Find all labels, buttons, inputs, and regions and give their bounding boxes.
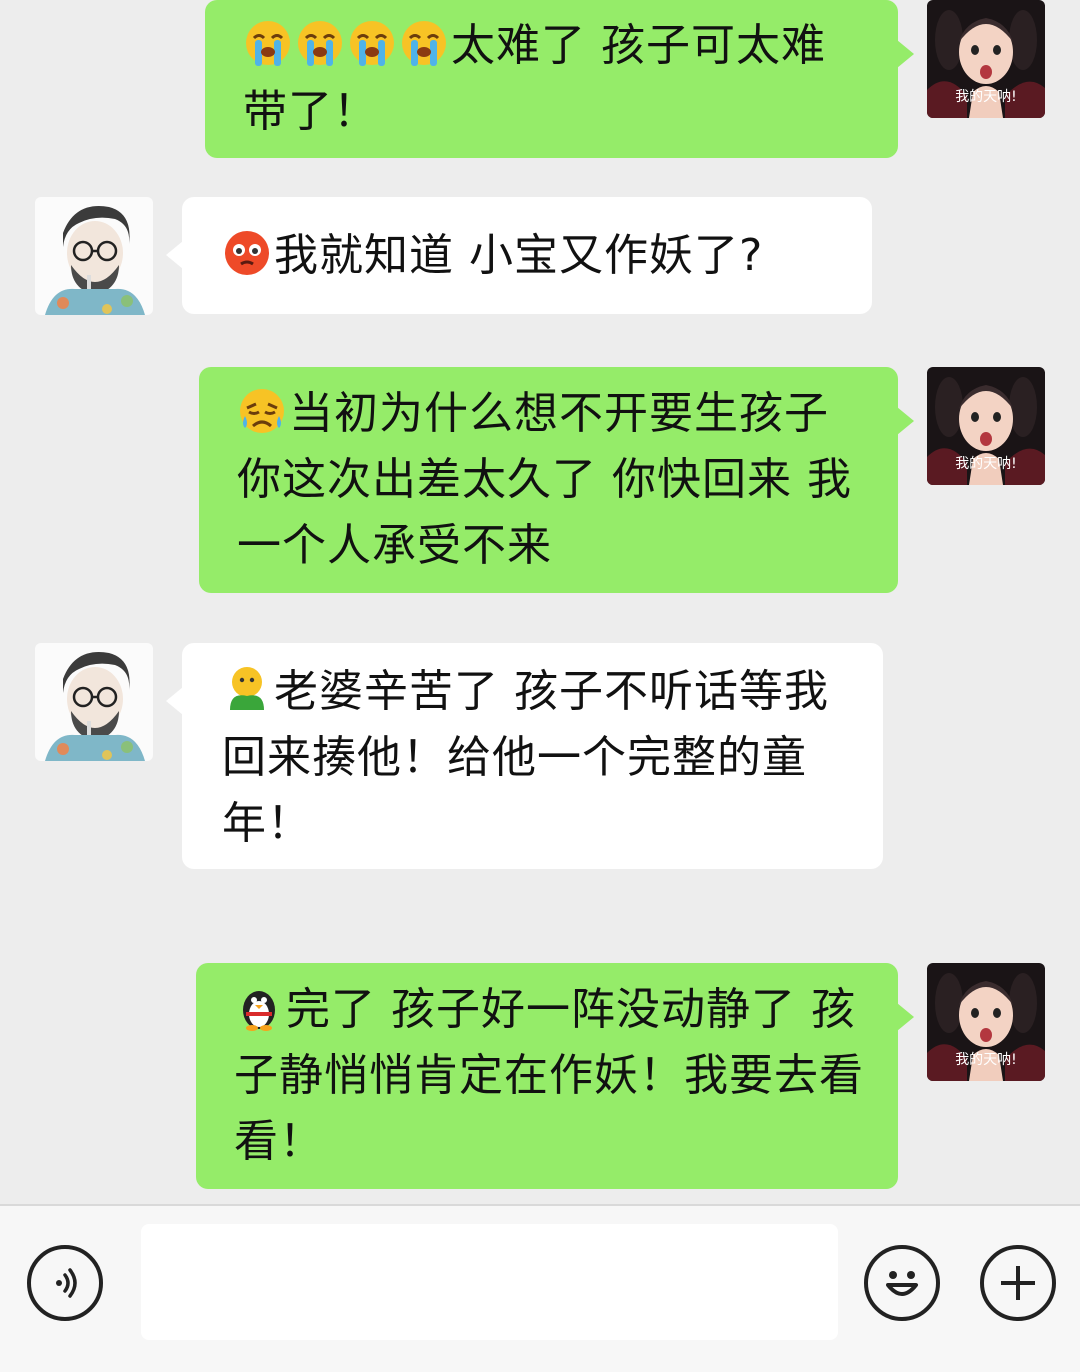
my-avatar[interactable]: 我的天呐! (927, 963, 1045, 1081)
loudly-crying-face-icon (243, 18, 293, 68)
message-text: 老婆辛苦了 孩子不听话等我回来揍他！给他一个完整的童年！ (222, 666, 829, 849)
message-bubble-received[interactable]: 我就知道 小宝又作妖了? (166, 197, 872, 314)
message-bubble-sent[interactable]: 当初为什么想不开要生孩子 你这次出差太久了 你快回来 我一个人承受不来 (199, 367, 914, 593)
avatar-caption: 我的天呐! (955, 88, 1017, 105)
loudly-crying-face-icon (347, 18, 397, 68)
message-bubble-sent[interactable]: 太难了 孩子可太难带了！ (205, 0, 914, 158)
contact-avatar[interactable] (35, 197, 153, 315)
message-text: 完了 孩子好一阵没动静了 孩子静悄悄肯定在作妖！我要去看看！ (234, 984, 864, 1167)
voice-button[interactable] (27, 1245, 103, 1321)
avatar-caption: 我的天呐! (955, 1051, 1017, 1068)
plus-icon (1001, 1266, 1035, 1300)
plus-button[interactable] (980, 1245, 1056, 1321)
green-doll-icon (222, 664, 272, 714)
loudly-crying-face-icon (295, 18, 345, 68)
my-avatar[interactable]: 我的天呐! (927, 367, 1045, 485)
contact-avatar[interactable] (35, 643, 153, 761)
my-avatar[interactable]: 我的天呐! (927, 0, 1045, 118)
voice-icon (56, 1268, 77, 1298)
flushed-face-icon (222, 228, 272, 278)
crying-face-icon (237, 386, 287, 436)
message-bubble-received[interactable]: 老婆辛苦了 孩子不听话等我回来揍他！给他一个完整的童年！ (166, 643, 883, 869)
message-input[interactable] (141, 1224, 838, 1340)
smiley-face-icon (886, 1271, 918, 1296)
message-text: 我就知道 小宝又作妖了? (274, 230, 764, 281)
input-bar (0, 1204, 1080, 1372)
message-text: 当初为什么想不开要生孩子 你这次出差太久了 你快回来 我一个人承受不来 (237, 388, 852, 571)
avatar-caption: 我的天呐! (955, 455, 1017, 472)
loudly-crying-face-icon (399, 18, 449, 68)
penguin-icon (234, 982, 284, 1032)
emoji-button[interactable] (864, 1245, 940, 1321)
message-bubble-sent[interactable]: 完了 孩子好一阵没动静了 孩子静悄悄肯定在作妖！我要去看看！ (196, 963, 914, 1189)
chat-area: 太难了 孩子可太难带了！ 我的天呐! 我就知道 小宝又作妖了? 当初为什么想不开… (0, 0, 1080, 1204)
